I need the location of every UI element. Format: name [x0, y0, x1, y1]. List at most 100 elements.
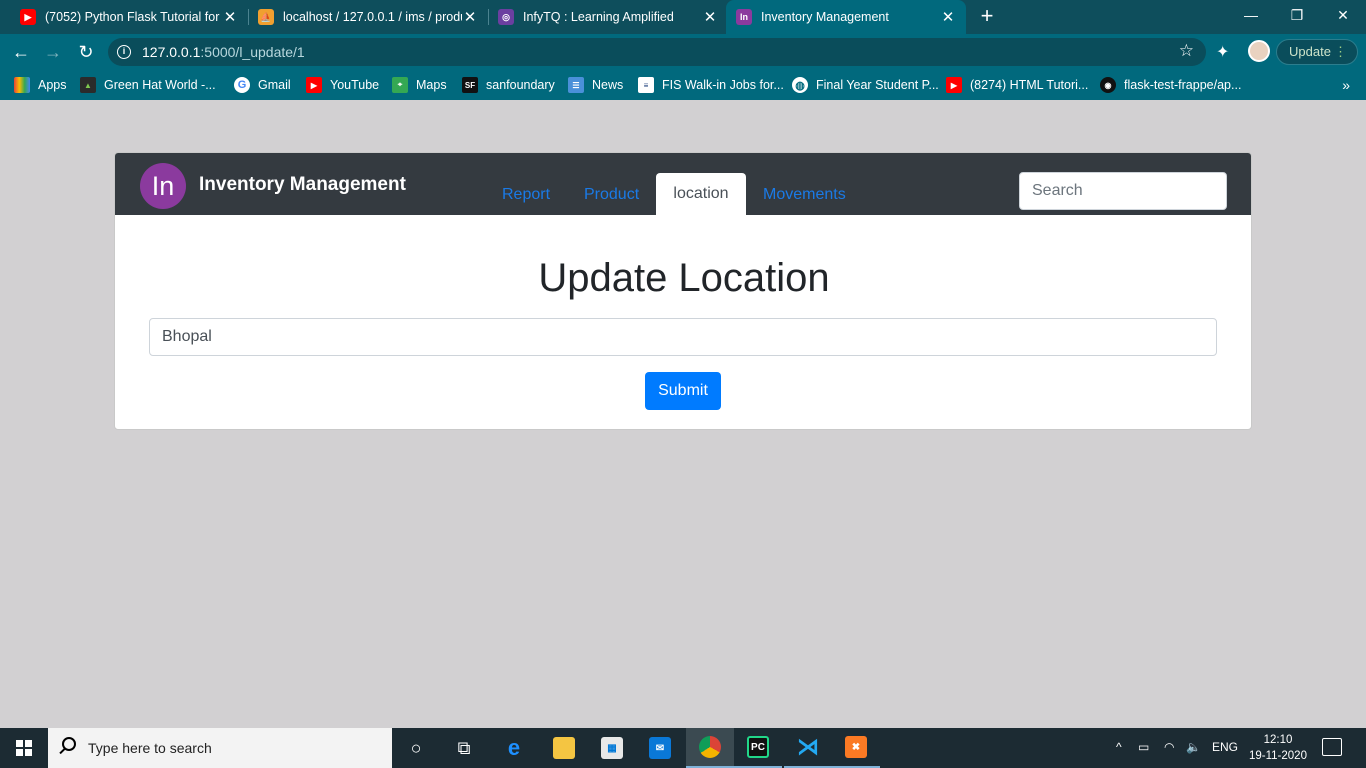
mail-icon[interactable]: ✉	[636, 728, 684, 768]
chrome-update-button[interactable]: Update ⋮	[1276, 39, 1358, 65]
bookmark-news[interactable]: ☰ News	[568, 77, 623, 93]
google-icon: G	[234, 77, 250, 93]
task-view-icon[interactable]: ⧉	[440, 728, 488, 768]
tab-title: (7052) Python Flask Tutorial for B	[45, 10, 222, 24]
taskbar-search-box[interactable]: Type here to search	[48, 728, 392, 768]
fis-icon: ≡	[638, 77, 654, 93]
page-title: Update Location	[538, 256, 830, 300]
phpmyadmin-icon: ⛵	[258, 9, 274, 25]
tab-title: Inventory Management	[761, 10, 889, 24]
bookmark-youtube[interactable]: ▶ YouTube	[306, 77, 379, 93]
bookmark-apps[interactable]: Apps	[14, 77, 67, 93]
tab-python-flask-tutorial[interactable]: ▶ (7052) Python Flask Tutorial for B ✕	[0, 0, 248, 34]
bookmark-label: flask-test-frappe/ap...	[1124, 78, 1242, 92]
bookmark-label: Gmail	[258, 78, 291, 92]
url-host: 127.0.0.1	[142, 44, 201, 60]
reload-icon[interactable]: ↻	[73, 39, 99, 65]
extensions-puzzle-icon[interactable]: ✦	[1216, 42, 1229, 62]
app-navbar: In Inventory Management Report Product l…	[115, 153, 1251, 215]
nav-location-tab[interactable]: location	[656, 173, 746, 215]
xampp-icon[interactable]: ✖	[832, 728, 880, 768]
bookmark-label: FIS Walk-in Jobs for...	[662, 78, 784, 92]
new-tab-button[interactable]: +	[974, 4, 1000, 30]
bookmark-label: YouTube	[330, 78, 380, 92]
tab-infytq[interactable]: ◎ InfyTQ : Learning Amplified ✕	[478, 0, 728, 34]
back-arrow-icon[interactable]: ←	[8, 39, 34, 65]
show-hidden-icons-chevron-icon[interactable]: ^	[1116, 740, 1122, 754]
bookmark-label: Apps	[38, 78, 67, 92]
youtube-icon: ▶	[20, 9, 36, 25]
pycharm-icon[interactable]: PC	[734, 728, 782, 768]
vscode-icon[interactable]: ⋊	[784, 728, 832, 768]
system-clock[interactable]: 12:10 19-11-2020	[1248, 732, 1308, 764]
tab-phpmyadmin[interactable]: ⛵ localhost / 127.0.0.1 / ims / produ ✕	[240, 0, 488, 34]
youtube-icon: ▶	[306, 77, 322, 93]
tab-inventory-management[interactable]: In Inventory Management ✕	[726, 0, 966, 34]
bookmark-fis-walk-in-jobs[interactable]: ≡ FIS Walk-in Jobs for...	[638, 77, 784, 93]
microsoft-store-icon[interactable]: ▦	[588, 728, 636, 768]
bookmark-label: Green Hat World -...	[104, 78, 216, 92]
search-input[interactable]	[1019, 172, 1227, 210]
page-card: In Inventory Management Report Product l…	[114, 152, 1252, 430]
submit-button[interactable]: Submit	[645, 372, 721, 410]
minimize-button[interactable]: —	[1228, 0, 1274, 30]
tab-title: localhost / 127.0.0.1 / ims / produ	[283, 10, 462, 24]
language-indicator[interactable]: ENG	[1212, 740, 1238, 754]
tab-title: InfyTQ : Learning Amplified	[523, 10, 674, 24]
bookmark-gmail[interactable]: G Gmail	[234, 77, 291, 93]
site-info-icon[interactable]: i	[117, 45, 131, 59]
news-icon: ☰	[568, 77, 584, 93]
start-button[interactable]	[0, 728, 48, 768]
search-icon	[62, 737, 76, 751]
bookmarks-bar: Apps ▲ Green Hat World -... G Gmail ▶ Yo…	[0, 70, 1366, 100]
forward-arrow-icon[interactable]: →	[40, 39, 66, 65]
bookmark-final-year-student[interactable]: ◍ Final Year Student P...	[792, 77, 939, 93]
close-tab-icon[interactable]: ✕	[940, 8, 956, 26]
nav-report-link[interactable]: Report	[502, 186, 550, 204]
bookmark-label: Maps	[416, 78, 447, 92]
url-text[interactable]: 127.0.0.1:5000/l_update/1	[142, 44, 305, 60]
bookmark-star-icon[interactable]: ☆	[1179, 41, 1194, 61]
location-name-input[interactable]	[149, 318, 1217, 356]
nav-product-link[interactable]: Product	[584, 186, 639, 204]
url-path: :5000/l_update/1	[200, 44, 305, 60]
close-tab-icon[interactable]: ✕	[222, 8, 238, 26]
battery-icon[interactable]: ▭	[1138, 740, 1149, 754]
close-tab-icon[interactable]: ✕	[702, 8, 718, 26]
bookmark-label: Final Year Student P...	[816, 78, 939, 92]
chrome-taskbar-icon[interactable]	[686, 728, 734, 768]
clock-date: 19-11-2020	[1249, 750, 1307, 762]
clock-time: 12:10	[1263, 734, 1293, 746]
action-center-icon[interactable]	[1322, 738, 1342, 756]
maximize-button[interactable]: ❐	[1274, 0, 1320, 30]
bookmark-green-hat-world[interactable]: ▲ Green Hat World -...	[80, 77, 216, 93]
more-menu-icon: ⋮	[1334, 44, 1347, 59]
brand-logo[interactable]: In	[140, 163, 186, 209]
bookmark-html-tutorial[interactable]: ▶ (8274) HTML Tutori...	[946, 77, 1088, 93]
more-bookmarks-icon[interactable]: »	[1342, 77, 1350, 93]
sanfoundry-icon: SF	[462, 77, 478, 93]
edge-browser-icon[interactable]: e	[490, 728, 538, 768]
taskbar-search-placeholder: Type here to search	[88, 740, 212, 756]
update-label: Update	[1289, 44, 1331, 59]
bookmark-sanfoundary[interactable]: SF sanfoundary	[462, 77, 555, 93]
bookmark-label: News	[592, 78, 624, 92]
profile-avatar[interactable]	[1248, 40, 1270, 62]
file-explorer-icon[interactable]	[540, 728, 588, 768]
apps-grid-icon	[14, 77, 30, 93]
youtube-icon: ▶	[946, 77, 962, 93]
close-tab-icon[interactable]: ✕	[462, 8, 478, 26]
infytq-icon: ◎	[498, 9, 514, 25]
greenhat-icon: ▲	[80, 77, 96, 93]
cortana-circle-icon[interactable]: ○	[392, 728, 440, 768]
nav-movements-link[interactable]: Movements	[763, 186, 846, 204]
wifi-icon[interactable]: ◠	[1164, 740, 1174, 754]
close-window-button[interactable]: ✕	[1320, 0, 1366, 30]
address-bar[interactable]: i 127.0.0.1:5000/l_update/1 ☆	[108, 38, 1206, 66]
brand-title[interactable]: Inventory Management	[199, 174, 406, 196]
volume-icon[interactable]: 🔈	[1186, 740, 1201, 754]
globe-icon: ◍	[792, 77, 808, 93]
inventory-favicon: In	[736, 9, 752, 25]
bookmark-flask-test-frappe[interactable]: ◉ flask-test-frappe/ap...	[1100, 77, 1241, 93]
bookmark-maps[interactable]: ⌖ Maps	[392, 77, 447, 93]
